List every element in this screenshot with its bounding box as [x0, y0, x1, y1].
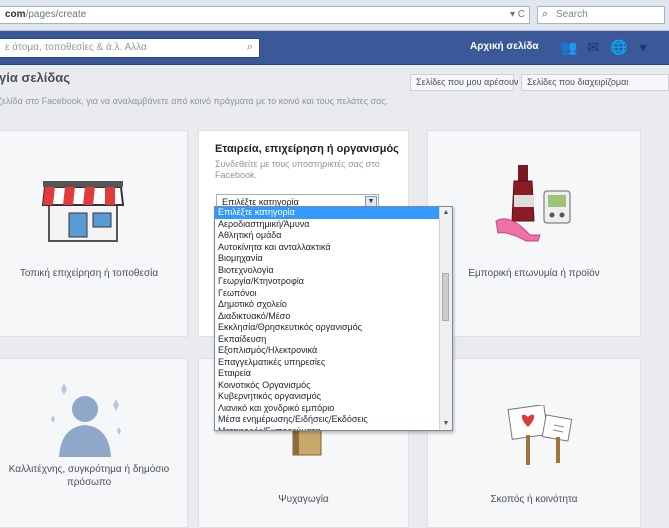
messages-icon[interactable]: ✉	[585, 39, 601, 55]
dropdown-option[interactable]: Κοινοτικός Οργανισμός	[215, 380, 441, 392]
dropdown-option[interactable]: Δημοτικό σχολείο	[215, 299, 441, 311]
category-card-public-figure[interactable]: Καλλιτέχνης, συγκρότημα ή δημόσιο πρόσωπ…	[0, 358, 188, 528]
dropdown-option[interactable]: Βιοτεχνολογία	[215, 265, 441, 277]
sign-heart-icon	[507, 405, 573, 465]
managed-pages-button[interactable]: Σελίδες που διαχειρίζομαι	[521, 74, 669, 91]
storefront-icon	[41, 181, 125, 242]
dropdown-option[interactable]: Επαγγελματικές υπηρεσίες	[215, 357, 441, 369]
friend-requests-icon[interactable]: 👥	[560, 39, 577, 55]
card-label-brand: Εμπορική επωνυμία ή προϊόν	[468, 268, 600, 279]
dropdown-option[interactable]: Διαδικτυακό/Μέσο	[215, 311, 441, 323]
address-tools[interactable]: ▾ C	[510, 9, 525, 20]
dropdown-option[interactable]: Εκπαίδευση	[215, 334, 441, 346]
dropdown-option[interactable]: Βιομηχανία	[215, 253, 441, 265]
card-label-entertainment: Ψυχαγωγία	[278, 494, 329, 505]
dropdown-option[interactable]: Αεροδιαστημική/Άμυνα	[215, 219, 441, 231]
scrollbar-thumb[interactable]	[442, 273, 449, 321]
products-icon	[495, 165, 571, 242]
category-card-brand[interactable]: Εμπορική επωνυμία ή προϊόν	[427, 130, 641, 337]
dropdown-scrollbar[interactable]: ▲ ▼	[439, 207, 452, 430]
notifications-icon[interactable]: 🌐	[610, 39, 627, 55]
liked-pages-button[interactable]: Σελίδες που μου αρέσουν	[410, 74, 518, 91]
scroll-up-icon[interactable]: ▲	[440, 208, 452, 218]
company-card-description: Συνδεθείτε με τους υποστηρικτές σας στο …	[215, 159, 380, 180]
card-label-local-business: Τοπική επιχείρηση ή τοποθεσία	[19, 268, 159, 279]
scroll-down-icon[interactable]: ▼	[440, 419, 452, 429]
page-subtitle: ζελίδα στο Facebook, για να αναλαμβάνετε…	[0, 96, 389, 106]
dropdown-option[interactable]: Γεωπόνοι	[215, 288, 441, 300]
dropdown-option[interactable]: Εκκλησία/Θρησκευτικός οργανισμός	[215, 322, 441, 334]
card-label-cause: Σκοπός ή κοινότητα	[490, 494, 578, 505]
fb-notification-icons: 👥 ✉ 🌐 ▾	[560, 39, 657, 55]
fb-search-placeholder: ε άτομα, τοποθεσίες & ά.λ. Αλλα	[5, 42, 147, 53]
browser-toolbar: com/pages/create ▾ C ⌕ Search	[0, 0, 669, 31]
dropdown-option[interactable]: Αυτοκίνητα και ανταλλακτικά	[215, 242, 441, 254]
facebook-top-bar: ε άτομα, τοποθεσίες & ά.λ. Αλλα ⌕ Αρχική…	[0, 31, 669, 65]
address-url: com/pages/create	[5, 9, 87, 20]
search-icon[interactable]: ⌕	[247, 41, 253, 54]
category-card-cause[interactable]: Σκοπός ή κοινότητα	[427, 358, 641, 528]
page-title: γία σελίδας	[0, 70, 70, 85]
dropdown-option[interactable]: Λιανικό και χονδρικό εμπόριο	[215, 403, 441, 415]
home-link[interactable]: Αρχική σελίδα	[470, 41, 539, 52]
dropdown-option[interactable]: Μεταφορές/Εμπορεύματα	[215, 426, 441, 431]
fb-search-input[interactable]: ε άτομα, τοποθεσίες & ά.λ. Αλλα ⌕	[0, 38, 260, 58]
category-dropdown-list[interactable]: Επιλέξτε κατηγορία Αεροδιαστημική/Άμυνα Αθ…	[214, 206, 453, 431]
dropdown-option[interactable]: Επιλέξτε κατηγορία	[215, 207, 441, 219]
dropdown-option[interactable]: Μέσα ενημέρωσης/Ειδήσεις/Εκδόσεις	[215, 414, 441, 426]
dropdown-option[interactable]: Κυβερνητικός οργανισμός	[215, 391, 441, 403]
category-card-local-business[interactable]: Τοπική επιχείρηση ή τοποθεσία	[0, 130, 188, 337]
dropdown-option[interactable]: Αθλητική ομάδα	[215, 230, 441, 242]
company-card-title: Εταιρεία, επιχείρηση ή οργανισμός	[215, 143, 399, 155]
dropdown-option[interactable]: Εταιρεία	[215, 368, 441, 380]
search-icon: ⌕	[542, 8, 549, 20]
address-bar[interactable]: com/pages/create ▾ C	[0, 6, 530, 24]
person-icon	[51, 383, 121, 457]
browser-search-input[interactable]: ⌕ Search	[537, 6, 665, 24]
browser-search-placeholder: Search	[556, 9, 588, 20]
dropdown-option[interactable]: Εξοπλισμός/Ηλεκτρονικά	[215, 345, 441, 357]
settings-icon[interactable]: ▾	[635, 39, 651, 55]
dropdown-options: Επιλέξτε κατηγορία Αεροδιαστημική/Άμυνα Αθ…	[215, 207, 441, 431]
dropdown-option[interactable]: Γεωργία/Κτηνοτροφία	[215, 276, 441, 288]
card-label-public-figure: Καλλιτέχνης, συγκρότημα ή δημόσιο πρόσωπ…	[8, 464, 170, 488]
